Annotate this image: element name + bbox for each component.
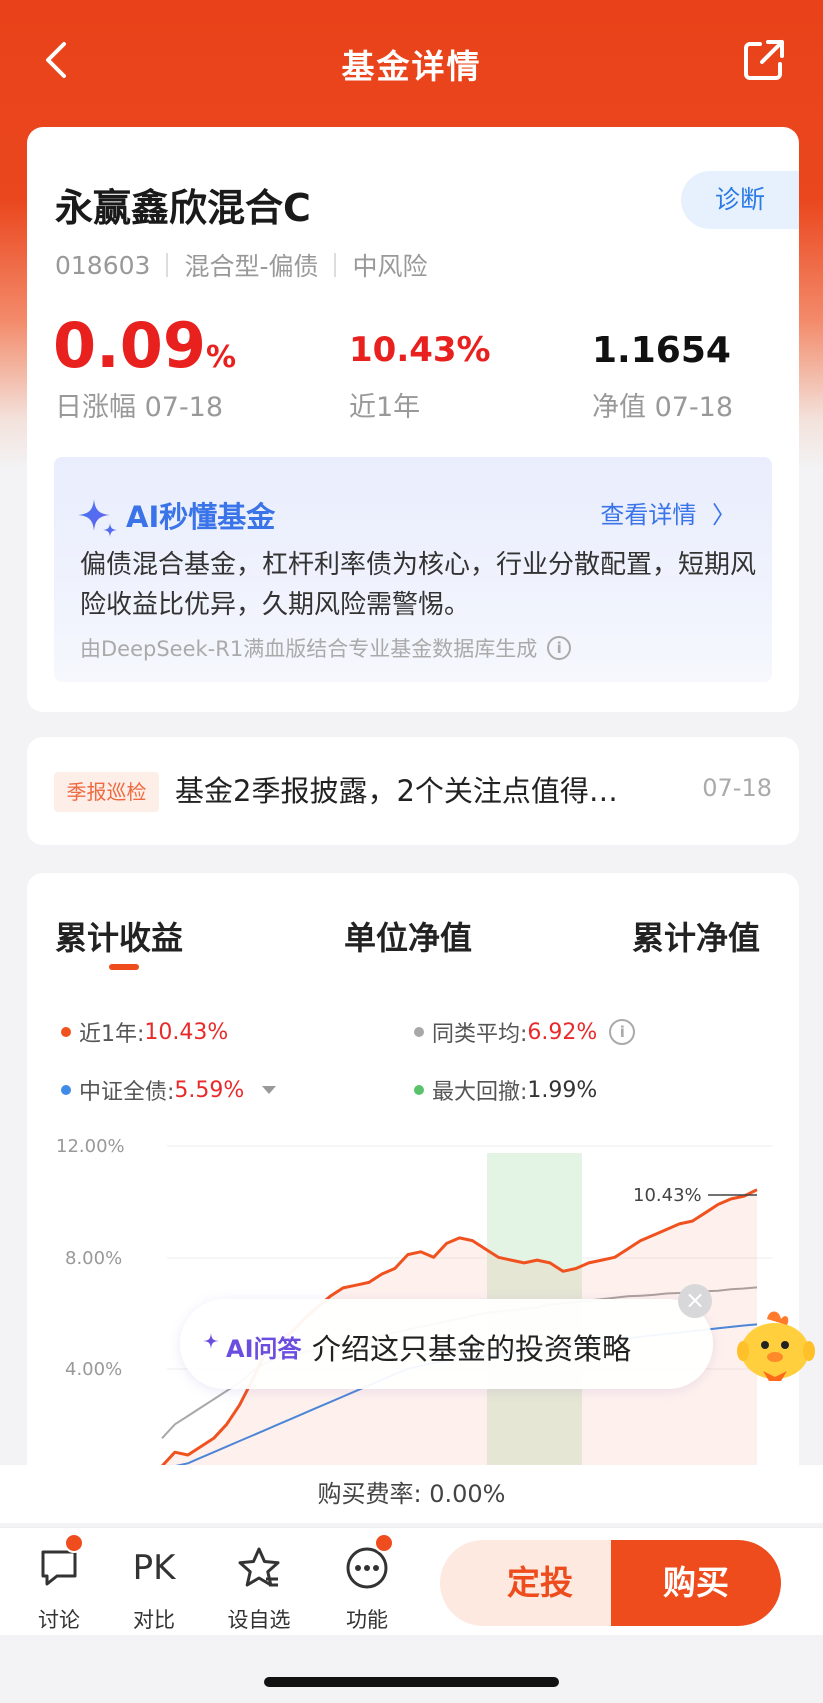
chevron-right-icon: 〉 (712, 501, 736, 529)
nav-value: 1.1654 (592, 330, 731, 371)
bottom-action-bar: 讨论 PK 对比 设自选 功能 定投 购买 (0, 1527, 823, 1635)
notification-badge (64, 1533, 84, 1553)
news-headline: 基金2季报披露，2个关注点值得… (175, 774, 618, 808)
share-icon[interactable] (740, 36, 788, 84)
ai-summary-footer: 由DeepSeek-R1满血版结合专业基金数据库生成 i (80, 633, 572, 663)
end-value-label: 10.43% (633, 1185, 702, 1206)
one-year-return-value: 10.43% (349, 330, 491, 370)
ai-ask-bubble[interactable]: AI问答 介绍这只基金的投资策略 × (180, 1284, 713, 1389)
sparkle-icon (78, 499, 117, 537)
chat-bubble-icon (19, 1542, 99, 1594)
more-label: 功能 (346, 1608, 388, 1632)
diagnose-button[interactable]: 诊断 (681, 171, 799, 229)
compare-button[interactable]: PK 对比 (114, 1542, 194, 1634)
nav-bar: 基金详情 (0, 20, 823, 100)
fund-name: 永赢鑫欣混合C (55, 186, 311, 230)
ai-ask-question: 介绍这只基金的投资策略 (312, 1332, 632, 1366)
percent-unit: % (205, 340, 237, 375)
fund-risk: 中风险 (352, 252, 428, 281)
ai-summary-text: 偏债混合基金，杠杆利率债为核心，行业分散配置，短期风险收益比优异，久期风险需警惕… (80, 550, 757, 620)
chart-card: 累计收益 单位净值 累计净值 近1年: 10.43% 同类平均: 6.92% i 中… (27, 873, 799, 1513)
more-dots-icon (327, 1542, 407, 1594)
ai-source-note: 由DeepSeek-R1满血版结合专业基金数据库生成 (80, 637, 538, 661)
more-functions-button[interactable]: 功能 (327, 1542, 407, 1634)
watchlist-label: 设自选 (227, 1608, 291, 1632)
daily-change-label: 日涨幅 07-18 (55, 392, 224, 423)
close-icon[interactable]: × (678, 1284, 712, 1318)
sparkle-icon (203, 1333, 219, 1349)
home-indicator-area (0, 1635, 823, 1703)
ai-summary-panel[interactable]: AI秒懂基金 查看详情 〉 偏债混合基金，杠杆利率债为核心，行业分散配置，短期风… (54, 457, 772, 682)
mascot-chick-icon[interactable] (733, 1305, 818, 1385)
ai-ask-label: AI问答 (226, 1335, 302, 1363)
daily-change-value: 0.09% (53, 309, 237, 382)
news-date: 07-18 (702, 774, 772, 802)
divider (334, 253, 337, 277)
fund-code: 018603 (55, 250, 151, 280)
add-watchlist-button[interactable]: 设自选 (219, 1542, 299, 1634)
news-card[interactable]: 季报巡检 基金2季报披露，2个关注点值得… 07-18 (27, 737, 799, 845)
home-indicator (264, 1677, 559, 1687)
fund-category: 混合型-偏债 (184, 252, 319, 281)
pk-icon: PK (132, 1548, 176, 1588)
news-tag: 季报巡检 (54, 772, 159, 812)
purchase-fee-rate: 购买费率: 0.00% (0, 1465, 823, 1523)
nav-label: 净值 07-18 (592, 392, 734, 423)
star-icon (219, 1542, 299, 1594)
view-details-link[interactable]: 查看详情 〉 (600, 495, 736, 530)
discuss-label: 讨论 (38, 1608, 80, 1632)
fund-meta: 018603 混合型-偏债 中风险 (55, 247, 427, 283)
page-title: 基金详情 (341, 47, 482, 86)
sip-button[interactable]: 定投 (440, 1540, 640, 1626)
discuss-button[interactable]: 讨论 (19, 1542, 99, 1634)
ai-summary-title: AI秒懂基金 (126, 500, 276, 534)
compare-label: 对比 (133, 1608, 175, 1632)
fund-summary-card: 永赢鑫欣混合C 诊断 018603 混合型-偏债 中风险 0.09% 日涨幅 0… (27, 127, 799, 712)
notification-badge (374, 1533, 394, 1553)
info-icon[interactable]: i (547, 636, 572, 660)
one-year-return-label: 近1年 (349, 392, 421, 423)
divider (166, 253, 169, 277)
buy-button[interactable]: 购买 (611, 1540, 781, 1626)
